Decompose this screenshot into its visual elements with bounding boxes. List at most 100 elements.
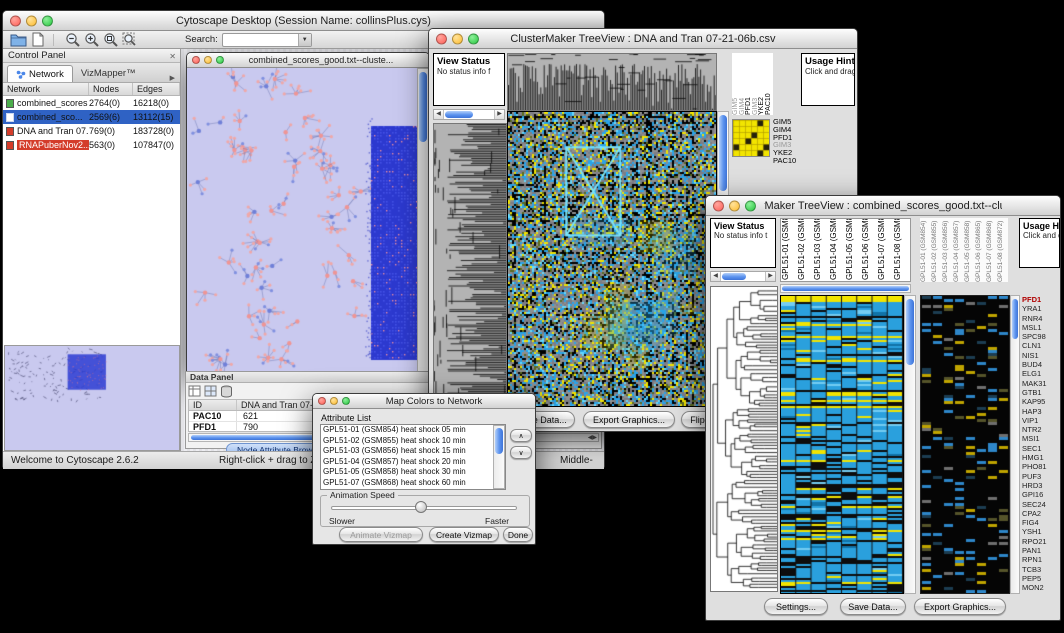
scrollbar-thumb[interactable] xyxy=(445,111,473,118)
treeview-button[interactable]: Export Graphics... xyxy=(914,598,1006,615)
network-row[interactable]: combined_scores 2764(0) 16218(0) xyxy=(3,96,180,110)
network-overview-canvas[interactable] xyxy=(4,345,180,451)
dendrogram-h-scrollbar[interactable]: ◀ ▶ xyxy=(433,109,505,120)
attribute-list-item[interactable]: GPL51-03 (GSM856) heat shock 15 min xyxy=(321,446,505,457)
treeview-button[interactable]: Export Graphics... xyxy=(583,411,675,428)
treeview-dna-titlebar[interactable]: ClusterMaker TreeView : DNA and Tran 07-… xyxy=(429,29,857,49)
gene-label[interactable]: GPI16 xyxy=(1022,490,1060,499)
search-input[interactable] xyxy=(224,34,296,46)
network-view-titlebar[interactable]: combined_scores_good.txt--cluste... xyxy=(187,53,429,68)
gene-label[interactable]: VIP1 xyxy=(1022,416,1060,425)
array-dendrogram-canvas[interactable] xyxy=(507,53,717,111)
attribute-list-item[interactable]: GPL51-07 (GSM868) heat shock 60 min xyxy=(321,478,505,489)
tab-network[interactable]: Network xyxy=(7,65,73,82)
network-view-window[interactable]: combined_scores_good.txt--cluste... xyxy=(186,52,430,374)
tab-vizmapper[interactable]: VizMapper™ xyxy=(73,65,144,82)
attribute-list-scrollbar[interactable] xyxy=(493,425,505,489)
gene-dendrogram-canvas[interactable] xyxy=(710,286,778,592)
attribute-list-item[interactable]: GPL51-01 (GSM854) heat shock 05 min xyxy=(321,425,505,436)
scrollbar-thumb[interactable] xyxy=(722,273,746,280)
gene-label[interactable]: HAP3 xyxy=(1022,407,1060,416)
gene-dendrogram-canvas[interactable] xyxy=(433,123,507,407)
move-down-button[interactable]: ∨ xyxy=(510,446,532,459)
zoom-heatmap-canvas[interactable] xyxy=(920,295,1010,594)
zoom-out-icon[interactable] xyxy=(63,32,82,48)
close-button[interactable] xyxy=(192,56,200,64)
gene-label[interactable]: BUD4 xyxy=(1022,360,1060,369)
gene-label[interactable]: ELG1 xyxy=(1022,369,1060,378)
network-table-header-cell[interactable]: Edges xyxy=(133,83,180,95)
minimize-button[interactable] xyxy=(330,397,338,405)
network-row[interactable]: RNAPuberNov2... 563(0) 107847(0) xyxy=(3,138,180,152)
gene-label[interactable]: PHO81 xyxy=(1022,462,1060,471)
scrollbar-thumb[interactable] xyxy=(906,299,914,365)
attribute-list-item[interactable]: GPL51-04 (GSM857) heat shock 20 min xyxy=(321,457,505,468)
gene-label[interactable]: RPN1 xyxy=(1022,555,1060,564)
close-button[interactable] xyxy=(713,200,724,211)
gene-label[interactable]: RNR4 xyxy=(1022,314,1060,323)
attribute-list-item[interactable]: GPL51-05 (GSM858) heat shock 30 min xyxy=(321,467,505,478)
network-table-header-cell[interactable]: Network xyxy=(3,83,89,95)
scroll-right-icon[interactable]: ▶ xyxy=(495,110,504,119)
scrollbar-thumb[interactable] xyxy=(1012,299,1018,339)
select-attributes-icon[interactable] xyxy=(188,385,201,397)
zoom-button[interactable] xyxy=(216,56,224,64)
gene-label[interactable]: PUF3 xyxy=(1022,472,1060,481)
scroll-arrows-icon[interactable]: ◀▶ xyxy=(588,434,597,442)
close-panel-icon[interactable]: ✕ xyxy=(169,50,176,63)
scroll-left-icon[interactable]: ◀ xyxy=(711,272,720,281)
minimize-button[interactable] xyxy=(26,15,37,26)
zoom-in-icon[interactable] xyxy=(82,32,101,48)
gene-label[interactable]: RPO21 xyxy=(1022,537,1060,546)
network-canvas[interactable] xyxy=(187,68,417,373)
gene-label[interactable]: MAK31 xyxy=(1022,379,1060,388)
gene-label[interactable]: TCB3 xyxy=(1022,565,1060,574)
heatmap-canvas[interactable] xyxy=(780,295,904,594)
dialog-button[interactable]: Animate Vizmap xyxy=(339,527,423,542)
treeview-button[interactable]: Settings... xyxy=(764,598,828,615)
minimize-button[interactable] xyxy=(204,56,212,64)
treeview-button[interactable]: Save Data... xyxy=(840,598,906,615)
attribute-matrix-icon[interactable] xyxy=(204,385,217,397)
search-combo[interactable]: ▼ xyxy=(222,33,312,47)
minimize-button[interactable] xyxy=(452,33,463,44)
scrollbar-thumb[interactable] xyxy=(495,428,503,454)
network-table-header-cell[interactable]: Nodes xyxy=(89,83,133,95)
zoom-button[interactable] xyxy=(745,200,756,211)
gene-label[interactable]: GTB1 xyxy=(1022,388,1060,397)
network-row[interactable]: combined_sco... 2569(6) 13112(15) xyxy=(3,110,180,124)
gene-label[interactable]: HMG1 xyxy=(1022,453,1060,462)
gene-label[interactable]: PAN1 xyxy=(1022,546,1060,555)
gene-label[interactable]: PFD1 xyxy=(1022,295,1060,304)
gene-label[interactable]: SEC24 xyxy=(1022,500,1060,509)
zoom-heatmap-scrollbar[interactable] xyxy=(1010,295,1020,594)
save-session-icon[interactable] xyxy=(28,32,47,48)
gene-label[interactable]: MON2 xyxy=(1022,583,1060,592)
heatmap-canvas[interactable] xyxy=(507,111,717,407)
gene-label[interactable]: HRD3 xyxy=(1022,481,1060,490)
gene-label[interactable]: FIG4 xyxy=(1022,518,1060,527)
close-button[interactable] xyxy=(10,15,21,26)
zoom-button[interactable] xyxy=(42,15,53,26)
scrollbar-thumb[interactable] xyxy=(782,286,909,291)
network-row[interactable]: DNA and Tran 07... 769(0) 183728(0) xyxy=(3,124,180,138)
gene-label[interactable]: PEP5 xyxy=(1022,574,1060,583)
gene-label[interactable]: CLN1 xyxy=(1022,341,1060,350)
gene-label[interactable]: MSL1 xyxy=(1022,323,1060,332)
gene-label[interactable]: KAP95 xyxy=(1022,397,1060,406)
database-icon[interactable] xyxy=(220,385,233,398)
gene-label[interactable]: YRA1 xyxy=(1022,304,1060,313)
treeview-combined-titlebar[interactable]: ClusterMaker TreeView : combined_scores_… xyxy=(706,196,1060,216)
minimize-button[interactable] xyxy=(729,200,740,211)
move-up-button[interactable]: ∧ xyxy=(510,429,532,442)
gene-label[interactable]: NIS1 xyxy=(1022,351,1060,360)
scrollbar-thumb[interactable] xyxy=(719,115,727,191)
close-button[interactable] xyxy=(318,397,326,405)
id-column-header[interactable]: ID xyxy=(189,400,237,410)
zoom-button[interactable] xyxy=(468,33,479,44)
close-button[interactable] xyxy=(436,33,447,44)
scrollbar-thumb[interactable] xyxy=(419,72,427,142)
zoom-fit-icon[interactable] xyxy=(101,32,120,48)
gene-label[interactable]: MSI1 xyxy=(1022,434,1060,443)
similarity-matrix-canvas[interactable] xyxy=(732,119,770,157)
